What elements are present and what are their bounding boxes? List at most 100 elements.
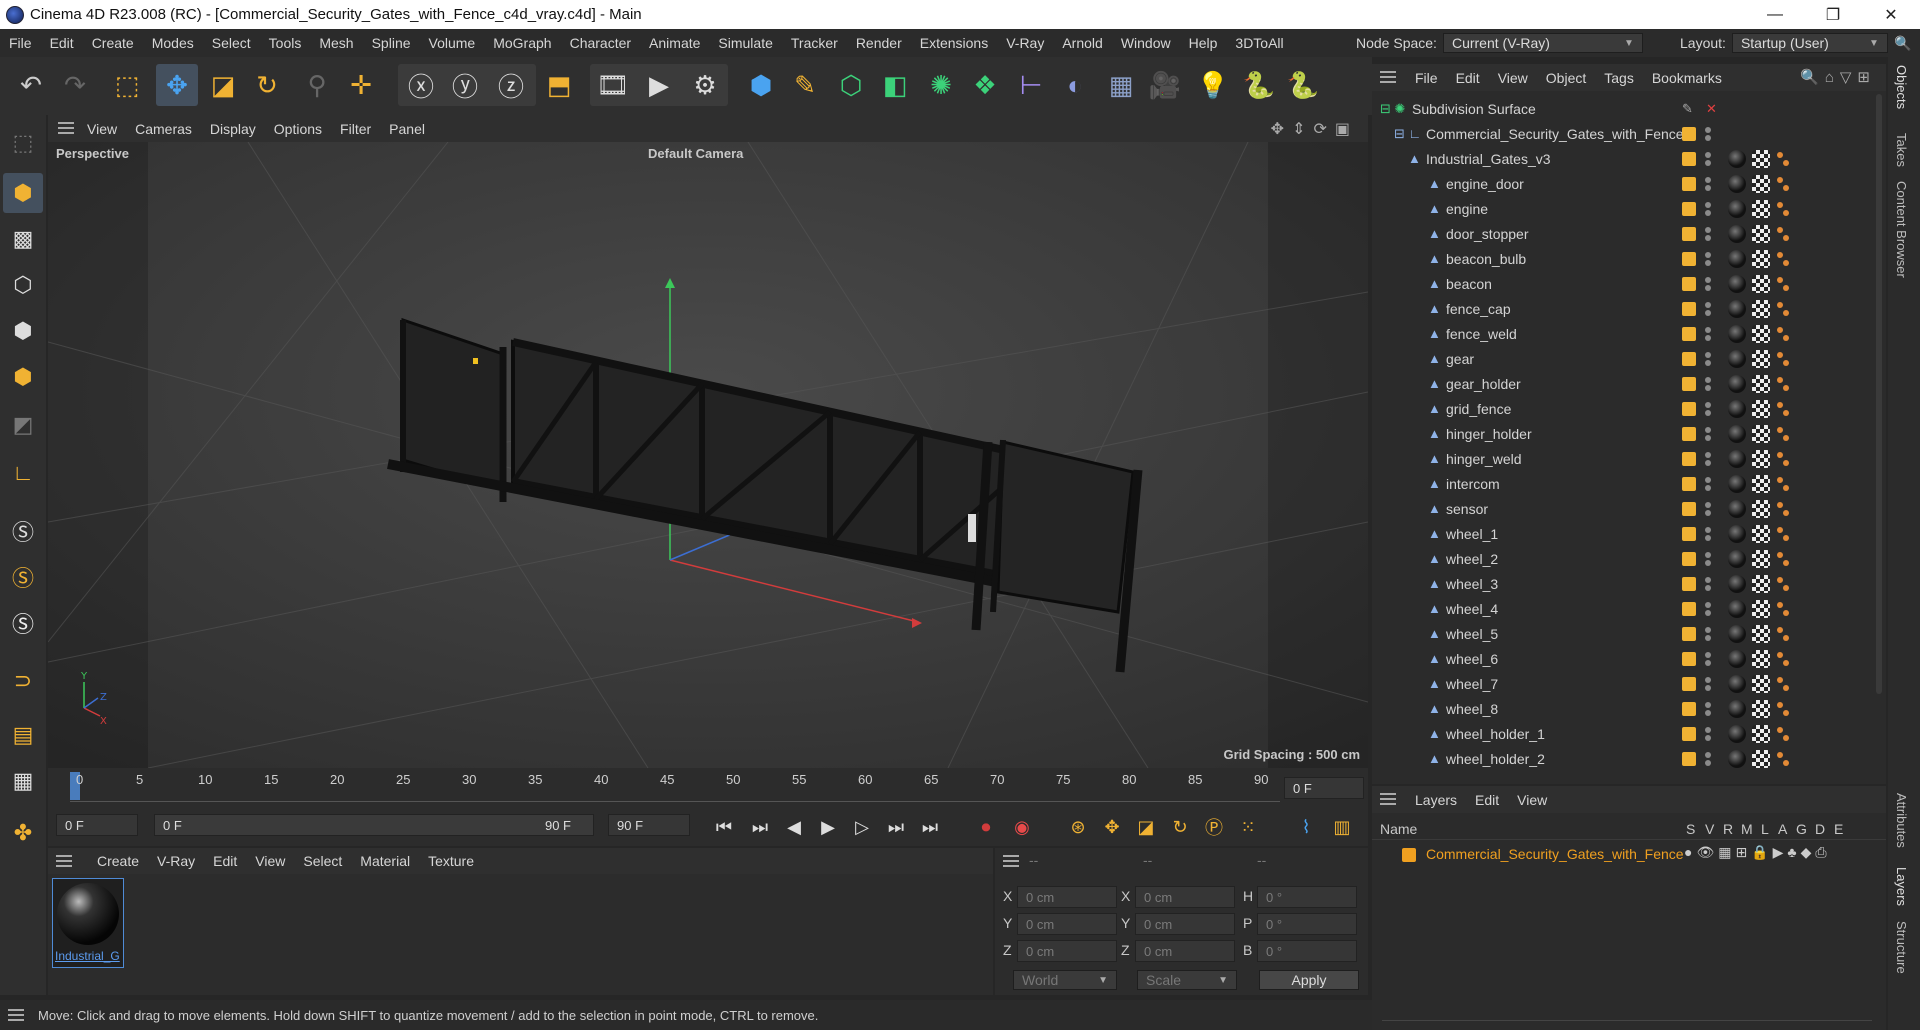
field-icon[interactable]: ◐ [1054, 64, 1096, 106]
object-row[interactable]: ▲ wheel_2 [1372, 546, 1886, 571]
hamburger-icon[interactable] [56, 855, 72, 867]
uvw-tag-icon[interactable] [1752, 374, 1770, 393]
layer-color-icon[interactable] [1682, 151, 1696, 166]
visibility-dots-icon[interactable] [1705, 501, 1711, 516]
menu-3dtoall[interactable]: 3DToAll [1226, 35, 1292, 51]
object-row[interactable]: ▲ wheel_8 [1372, 696, 1886, 721]
timeline-icon[interactable]: ⌇ [1292, 814, 1320, 840]
phong-tag-icon[interactable] [1777, 675, 1791, 693]
material-tag-icon[interactable] [1728, 499, 1746, 518]
phong-tag-icon[interactable] [1777, 375, 1791, 393]
menu-modes[interactable]: Modes [143, 35, 203, 51]
object-row[interactable]: ▲ fence_weld [1372, 321, 1886, 346]
visibility-dots-icon[interactable] [1705, 626, 1711, 641]
visibility-dots-icon[interactable] [1705, 451, 1711, 466]
menu-arnold[interactable]: Arnold [1053, 35, 1111, 51]
coordinate-system-icon[interactable]: ⬒ [538, 64, 580, 106]
material-tag-icon[interactable] [1728, 199, 1746, 218]
menu-create[interactable]: Create [83, 35, 143, 51]
uvw-tag-icon[interactable] [1752, 599, 1770, 618]
phong-tag-icon[interactable] [1777, 300, 1791, 318]
layer-color-icon[interactable] [1682, 576, 1696, 591]
phong-tag-icon[interactable] [1777, 275, 1791, 293]
material-tag-icon[interactable] [1728, 524, 1746, 543]
visibility-dots-icon[interactable] [1705, 701, 1711, 716]
material-tag-icon[interactable] [1728, 374, 1746, 393]
record-keys-icon[interactable]: ⏺ [972, 814, 1000, 840]
tab-layers[interactable]: Layers [1894, 867, 1909, 906]
edges-mode-icon[interactable]: ⬢ [3, 311, 43, 351]
layer-color-icon[interactable] [1682, 201, 1696, 216]
menu-spline[interactable]: Spline [363, 35, 420, 51]
menu-mograph[interactable]: MoGraph [484, 35, 560, 51]
phong-tag-icon[interactable] [1777, 150, 1791, 168]
material-tag-icon[interactable] [1728, 324, 1746, 343]
layer-color-icon[interactable] [1682, 226, 1696, 241]
layer-color-icon[interactable] [1682, 476, 1696, 491]
uvw-tag-icon[interactable] [1752, 699, 1770, 718]
phong-tag-icon[interactable] [1777, 525, 1791, 543]
phong-tag-icon[interactable] [1777, 325, 1791, 343]
current-frame-field[interactable]: 0 F [1284, 777, 1364, 799]
layer-color-icon[interactable] [1682, 301, 1696, 316]
visibility-dots-icon[interactable] [1705, 651, 1711, 666]
phong-tag-icon[interactable] [1777, 725, 1791, 743]
layer-color-icon[interactable] [1682, 601, 1696, 616]
object-row[interactable]: ⊟ ✺ Subdivision Surface ✎ ✕ [1372, 96, 1886, 121]
material-tag-icon[interactable] [1728, 424, 1746, 443]
object-row[interactable]: ▲ hinger_holder [1372, 421, 1886, 446]
uv-mode-icon[interactable]: ◩ [3, 405, 43, 445]
object-row[interactable]: ▲ intercom [1372, 471, 1886, 496]
end-frame-field[interactable]: 90 F [608, 814, 690, 836]
material-tag-icon[interactable] [1728, 174, 1746, 193]
material-tag-icon[interactable] [1728, 574, 1746, 593]
light-icon[interactable]: 💡 [1192, 64, 1234, 106]
step-back-icon[interactable]: ◀ [780, 814, 808, 840]
vp-menu-options[interactable]: Options [265, 121, 331, 137]
uvw-tag-icon[interactable] [1752, 674, 1770, 693]
redo-icon[interactable]: ↷ [54, 64, 96, 106]
scale-tool-icon[interactable]: ◪ [202, 64, 244, 106]
object-row[interactable]: ▲ wheel_holder_2 [1372, 746, 1886, 771]
uvw-tag-icon[interactable] [1752, 499, 1770, 518]
hamburger-icon[interactable] [1380, 71, 1396, 83]
layer-color-icon[interactable] [1682, 176, 1696, 191]
subdivision-icon[interactable]: ⬡ [830, 64, 872, 106]
layer-color-swatch[interactable] [1402, 848, 1416, 862]
obj-menu-bookmarks[interactable]: Bookmarks [1643, 70, 1731, 86]
timeline-ruler[interactable]: 0 5 10 15 20 25 30 35 40 45 50 55 60 65 … [48, 768, 1368, 808]
layer-color-icon[interactable] [1682, 751, 1696, 766]
quantize-icon[interactable]: ✤ [3, 813, 43, 853]
layer-menu-view[interactable]: View [1508, 792, 1556, 808]
film-strip-icon[interactable]: ▥ [1328, 814, 1356, 840]
material-tag-icon[interactable] [1728, 699, 1746, 718]
material-tag-icon[interactable] [1728, 624, 1746, 643]
visibility-dots-icon[interactable] [1705, 376, 1711, 391]
mat-menu-view[interactable]: View [246, 853, 294, 869]
layer-color-icon[interactable] [1682, 451, 1696, 466]
horizontal-scrollbar[interactable] [1382, 1020, 1872, 1028]
object-row[interactable]: ▲ wheel_6 [1372, 646, 1886, 671]
deformer-icon[interactable]: ⊢ [1010, 64, 1052, 106]
menu-tracker[interactable]: Tracker [782, 35, 847, 51]
mat-menu-texture[interactable]: Texture [419, 853, 483, 869]
uvw-tag-icon[interactable] [1752, 224, 1770, 243]
obj-menu-view[interactable]: View [1489, 70, 1537, 86]
menu-extensions[interactable]: Extensions [911, 35, 997, 51]
live-selection-icon[interactable]: ⬚ [106, 64, 148, 106]
make-editable-icon[interactable]: ⬚ [3, 123, 43, 163]
layer-menu-edit[interactable]: Edit [1466, 792, 1508, 808]
object-row[interactable]: ▲ grid_fence [1372, 396, 1886, 421]
size-y-field[interactable]: 0 cm [1135, 913, 1235, 935]
pos-x-field[interactable]: 0 cm [1017, 886, 1117, 908]
phong-tag-icon[interactable] [1777, 175, 1791, 193]
close-button[interactable]: ✕ [1862, 0, 1920, 29]
material-tag-icon[interactable] [1728, 549, 1746, 568]
phong-tag-icon[interactable] [1777, 700, 1791, 718]
object-row[interactable]: ▲ Industrial_Gates_v3 [1372, 146, 1886, 171]
visibility-dots-icon[interactable] [1705, 201, 1711, 216]
material-tag-icon[interactable] [1728, 224, 1746, 243]
object-row[interactable]: ▲ door_stopper [1372, 221, 1886, 246]
rot-p-field[interactable]: 0 ° [1257, 913, 1357, 935]
visibility-dots-icon[interactable] [1705, 426, 1711, 441]
